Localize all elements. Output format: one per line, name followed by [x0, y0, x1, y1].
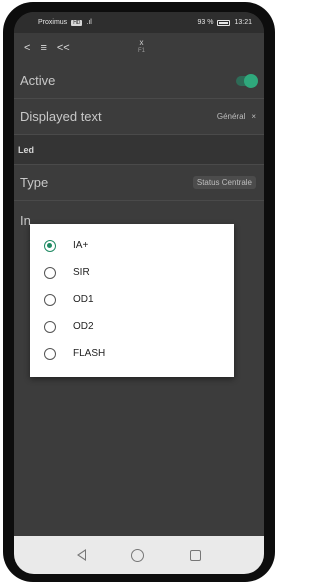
active-label: Active: [20, 73, 56, 88]
option-ia-plus[interactable]: IA+: [30, 232, 234, 259]
active-toggle[interactable]: [236, 73, 258, 88]
collapse-icon[interactable]: <<: [57, 42, 70, 54]
displayed-text-label: Displayed text: [20, 109, 102, 124]
nav-recent-icon[interactable]: [190, 549, 202, 561]
type-row[interactable]: Type Status Centrale: [14, 165, 264, 201]
active-row[interactable]: Active: [14, 63, 264, 99]
type-label: Type: [20, 175, 49, 190]
navigation-bar: [14, 536, 264, 574]
radio-icon[interactable]: [44, 293, 56, 306]
radio-icon[interactable]: [44, 239, 56, 252]
radio-icon[interactable]: [44, 347, 56, 360]
battery-icon: [217, 19, 231, 26]
status-bar: Proximus HD .ıl 93 % 13:21: [14, 12, 264, 33]
option-label: FLASH: [73, 348, 106, 359]
option-label: OD2: [73, 321, 94, 332]
close-icon[interactable]: x: [138, 38, 145, 47]
signal-icon: .ıl: [86, 19, 92, 26]
phone-frame: Proximus HD .ıl 93 % 13:21 < ≡ << x F1 A…: [3, 2, 275, 582]
radio-icon[interactable]: [44, 320, 56, 333]
option-label: SIR: [73, 267, 90, 278]
type-value[interactable]: Status Centrale: [192, 176, 256, 189]
toolbar-subtitle: F1: [138, 48, 146, 54]
option-od2[interactable]: OD2: [30, 313, 234, 340]
nav-back-icon[interactable]: [76, 549, 86, 561]
clear-icon[interactable]: ×: [251, 112, 256, 121]
nav-home-icon[interactable]: [131, 548, 145, 562]
battery-percent: 93 %: [197, 19, 214, 26]
menu-icon[interactable]: ≡: [40, 42, 46, 54]
option-od1[interactable]: OD1: [30, 286, 234, 313]
selection-dialog: IA+ SIR OD1 OD2 FLASH: [30, 224, 234, 377]
toolbar-center: x F1: [138, 38, 145, 56]
option-label: OD1: [73, 294, 94, 305]
displayed-text-row[interactable]: Displayed text Général ×: [14, 99, 264, 135]
hd-badge: HD: [71, 19, 83, 26]
option-flash[interactable]: FLASH: [30, 340, 234, 367]
section-led: Led: [14, 135, 264, 165]
radio-icon[interactable]: [44, 266, 56, 279]
carrier-label: Proximus: [38, 19, 68, 26]
back-icon[interactable]: <: [24, 42, 30, 54]
toolbar: < ≡ << x F1: [14, 33, 264, 63]
option-sir[interactable]: SIR: [30, 259, 234, 286]
clock: 13:21: [234, 19, 252, 26]
displayed-text-value: Général: [216, 112, 246, 121]
option-label: IA+: [73, 240, 89, 251]
